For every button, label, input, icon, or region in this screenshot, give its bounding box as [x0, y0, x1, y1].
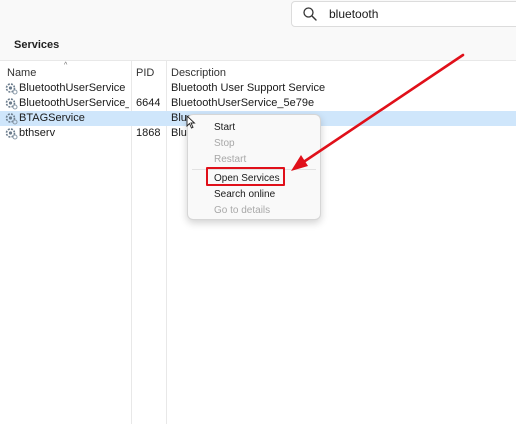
annotation-arrow [291, 53, 465, 171]
